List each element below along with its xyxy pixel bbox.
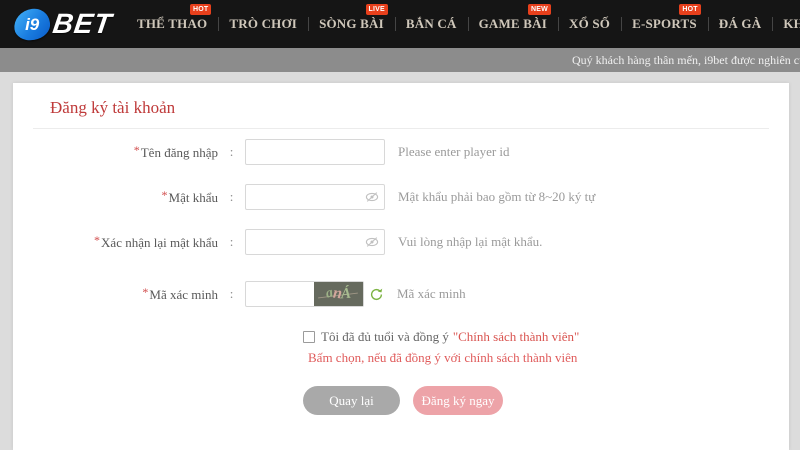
confirm-password-input[interactable] (245, 229, 385, 255)
label-text: Xác nhận lại mật khẩu (101, 235, 218, 250)
top-navigation: i9 BET THỂ THAO HOT TRÒ CHƠI SÒNG BÀI LI… (0, 0, 800, 48)
password-input[interactable] (245, 184, 385, 210)
button-row: Quay lại Đăng ký ngay (303, 386, 789, 415)
colon: : (218, 286, 245, 302)
logo-drop-icon: i9 (12, 6, 52, 42)
nav-item-ban-ca[interactable]: BẮN CÁ (395, 0, 468, 48)
agree-text: Tôi đã đủ tuổi và đồng ý (321, 329, 449, 345)
nav-menu: THỂ THAO HOT TRÒ CHƠI SÒNG BÀI LIVE BẮN … (126, 0, 800, 48)
nav-item-esports[interactable]: E-SPORTS HOT (621, 0, 708, 48)
back-button[interactable]: Quay lại (303, 386, 400, 415)
password-label: *Mật khẩu (13, 188, 218, 206)
username-input-wrap (245, 139, 385, 165)
agree-checkbox[interactable] (303, 331, 315, 343)
refresh-captcha-icon[interactable] (369, 287, 384, 302)
password-input-wrap (245, 184, 385, 210)
colon: : (218, 144, 245, 160)
eye-off-icon[interactable] (365, 235, 379, 249)
nav-item-label: GAME BÀI (479, 16, 547, 32)
nav-item-label: BẮN CÁ (406, 16, 457, 32)
nav-item-label: SÒNG BÀI (319, 16, 384, 32)
nav-item-label: XỔ SỐ (569, 16, 610, 32)
nav-item-label: TRÒ CHƠI (229, 16, 297, 32)
page-title: Đăng ký tài khoản (13, 83, 789, 128)
label-text: Mật khẩu (169, 190, 218, 205)
live-badge: LIVE (366, 4, 388, 15)
nav-item-label: ĐÁ GÀ (719, 16, 762, 32)
captcha-image[interactable]: a n Á (314, 282, 363, 306)
colon: : (218, 234, 245, 250)
captcha-char: Á (341, 286, 352, 302)
nav-item-da-ga[interactable]: ĐÁ GÀ (708, 0, 773, 48)
captcha-input-wrap: a n Á (245, 281, 364, 307)
confirm-password-label: *Xác nhận lại mật khẩu (13, 233, 218, 251)
password-hint: Mật khẩu phải bao gồm từ 8~20 ký tự (398, 189, 595, 205)
confirm-password-hint: Vui lòng nhập lại mật khẩu. (398, 234, 542, 250)
nav-item-label: THỂ THAO (137, 16, 207, 32)
nav-item-the-thao[interactable]: THỂ THAO HOT (126, 0, 218, 48)
required-asterisk: * (162, 188, 168, 202)
confirm-password-input-wrap (245, 229, 385, 255)
announcement-bar: Quý khách hàng thân mến, i9bet được nghi… (0, 48, 800, 72)
nav-item-label: KHUYẾN MÃI (783, 16, 800, 32)
nav-item-game-bai[interactable]: GAME BÀI NEW (468, 0, 558, 48)
agreement-note: Bấm chọn, nếu đã đồng ý với chính sách t… (308, 350, 789, 366)
registration-card: Đăng ký tài khoản *Tên đăng nhập : Pleas… (13, 83, 789, 450)
nav-item-song-bai[interactable]: SÒNG BÀI LIVE (308, 0, 395, 48)
username-hint: Please enter player id (398, 144, 510, 160)
hot-badge: HOT (190, 4, 211, 15)
username-input[interactable] (245, 139, 385, 165)
username-label: *Tên đăng nhập (13, 143, 218, 161)
register-button[interactable]: Đăng ký ngay (413, 386, 503, 415)
label-text: Tên đăng nhập (141, 145, 218, 160)
logo[interactable]: i9 BET (14, 8, 112, 40)
confirm-password-row: *Xác nhận lại mật khẩu : Vui lòng nhập l… (13, 229, 789, 255)
agreement-row: Tôi đã đủ tuổi và đồng ý "Chính sách thà… (303, 329, 789, 345)
nav-item-khuyen-mai[interactable]: KHUYẾN MÃI HOT (772, 0, 800, 48)
username-row: *Tên đăng nhập : Please enter player id (13, 139, 789, 165)
logo-i9-text: i9 (25, 14, 39, 34)
nav-item-tro-choi[interactable]: TRÒ CHƠI (218, 0, 308, 48)
eye-off-icon[interactable] (365, 190, 379, 204)
colon: : (218, 189, 245, 205)
announcement-text: Quý khách hàng thân mến, i9bet được nghi… (0, 48, 800, 72)
logo-bet-text: BET (51, 8, 114, 40)
registration-form: *Tên đăng nhập : Please enter player id … (13, 129, 789, 415)
hot-badge: HOT (679, 4, 700, 15)
policy-link[interactable]: "Chính sách thành viên" (453, 329, 580, 345)
new-badge: NEW (528, 4, 551, 15)
label-text: Mã xác minh (149, 287, 218, 302)
required-asterisk: * (94, 233, 100, 247)
nav-item-label: E-SPORTS (632, 16, 697, 32)
password-row: *Mật khẩu : Mật khẩu phải bao gồm từ 8~2… (13, 184, 789, 210)
captcha-hint: Mã xác minh (397, 286, 466, 302)
nav-item-xo-so[interactable]: XỔ SỐ (558, 0, 621, 48)
required-asterisk: * (142, 285, 148, 299)
captcha-label: *Mã xác minh (13, 285, 218, 303)
captcha-row: *Mã xác minh : a n Á Mã xác minh (13, 281, 789, 307)
required-asterisk: * (134, 143, 140, 157)
captcha-input[interactable] (246, 283, 314, 305)
